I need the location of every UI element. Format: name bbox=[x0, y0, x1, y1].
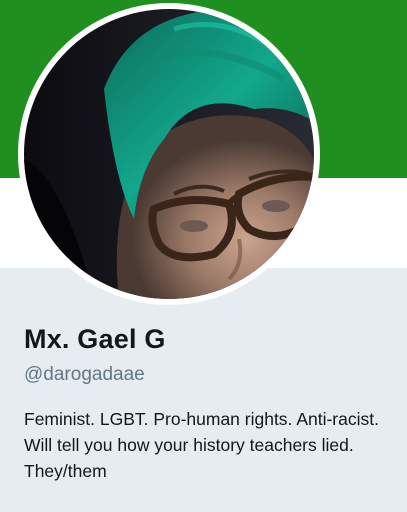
user-handle: @darogadaae bbox=[24, 364, 145, 385]
profile-bio: Feminist. LGBT. Pro-human rights. Anti-r… bbox=[24, 409, 379, 481]
display-name: Mx. Gael G bbox=[24, 324, 166, 354]
profile-card: Mx. Gael G @darogadaae Feminist. LGBT. P… bbox=[0, 0, 407, 512]
avatar-photo bbox=[24, 9, 314, 299]
avatar[interactable] bbox=[24, 9, 314, 299]
